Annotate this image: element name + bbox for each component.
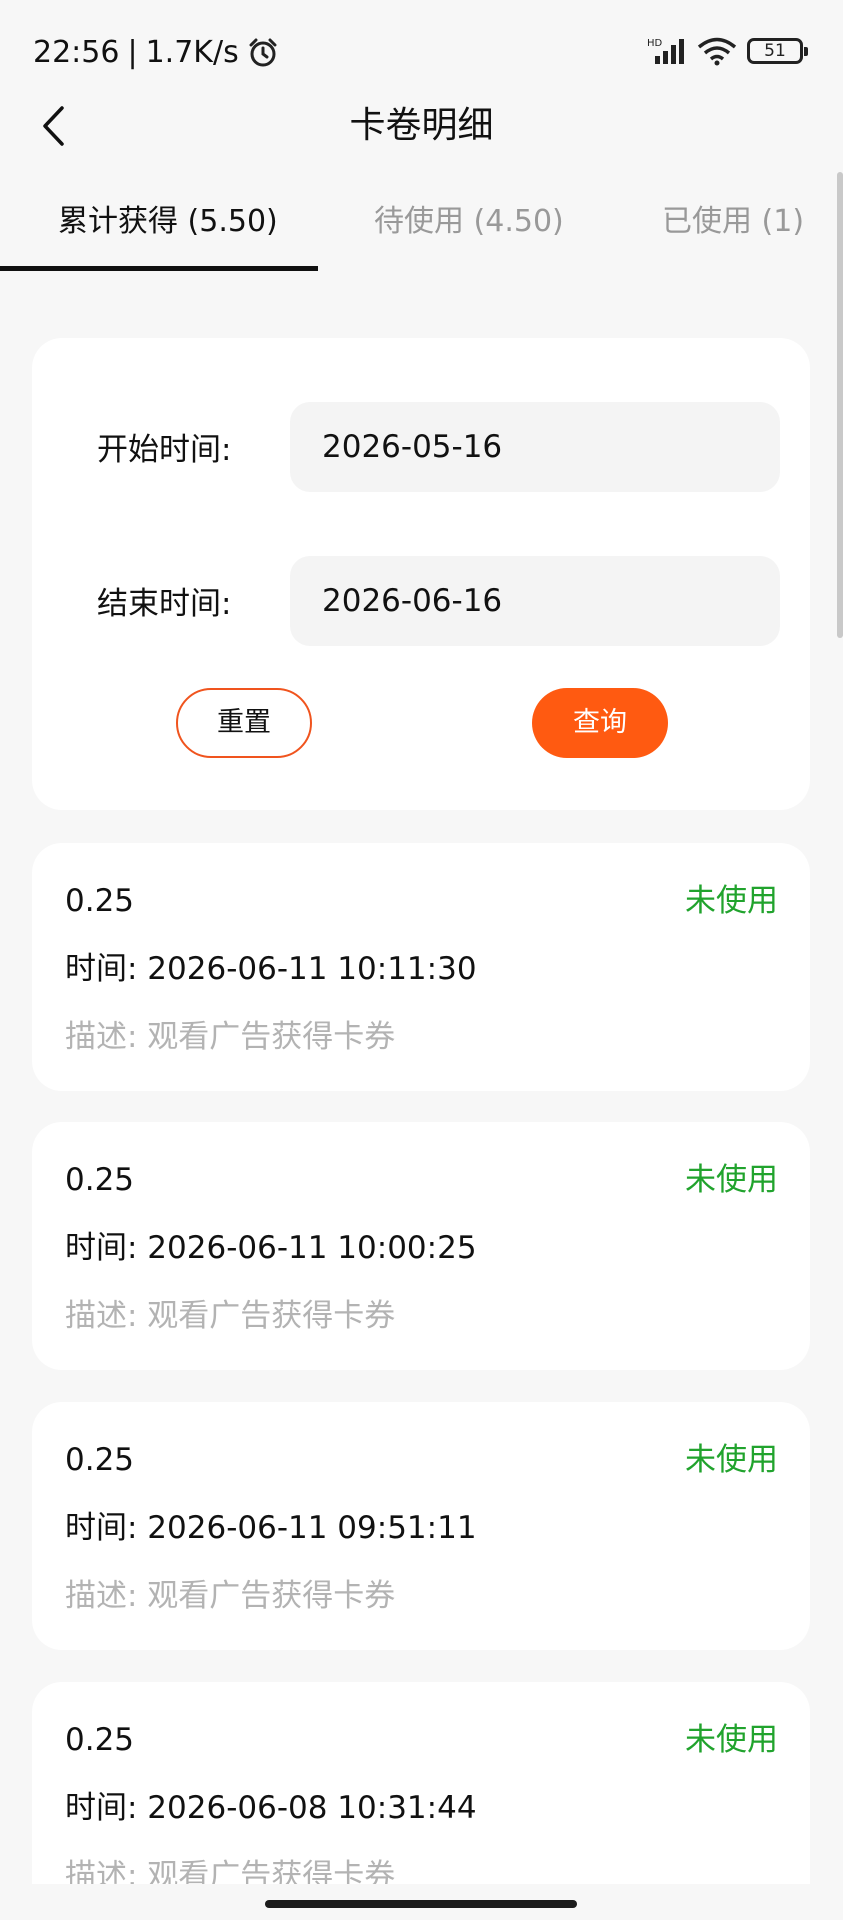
list-item[interactable]: 0.25 未使用 时间: 2026-06-11 09:51:11 描述: 观看广…	[32, 1402, 810, 1650]
battery-level: 51	[764, 41, 786, 61]
record-description: 描述: 观看广告获得卡券	[65, 1578, 396, 1614]
record-amount: 0.25	[65, 883, 135, 919]
status-left: 22:56 | 1.7K/s	[33, 33, 279, 73]
record-time: 时间: 2026-06-11 10:00:25	[65, 1230, 477, 1266]
wifi-icon	[697, 37, 737, 66]
start-time-label: 开始时间:	[97, 432, 232, 468]
record-status: 未使用	[685, 883, 778, 919]
alarm-icon	[249, 38, 277, 67]
card-voucher-detail-page: 22:56 | 1.7K/s HD 51 卡卷明细 累计获得 (5.50) 待使…	[0, 0, 843, 1920]
record-time: 时间: 2026-06-11 09:51:11	[65, 1510, 477, 1546]
end-time-field[interactable]: 2026-06-16	[290, 556, 780, 646]
record-status: 未使用	[685, 1442, 778, 1478]
signal-icon: HD	[647, 38, 684, 64]
tab-used[interactable]: 已使用 (1)	[662, 200, 804, 244]
reset-button[interactable]: 重置	[176, 688, 312, 758]
record-status: 未使用	[685, 1722, 778, 1758]
status-time: 22:56	[33, 35, 120, 70]
record-description: 描述: 观看广告获得卡券	[65, 1298, 396, 1334]
record-amount: 0.25	[65, 1442, 135, 1478]
status-bar: 22:56 | 1.7K/s HD 51	[0, 0, 843, 100]
date-filter-card: 开始时间: 2026-05-16 结束时间: 2026-06-16 重置 查询	[32, 338, 810, 810]
tab-total-earned[interactable]: 累计获得 (5.50)	[58, 200, 278, 244]
battery-icon: 51	[747, 38, 808, 64]
header: 卡卷明细	[0, 90, 843, 162]
list-item[interactable]: 0.25 未使用 时间: 2026-06-11 10:00:25 描述: 观看广…	[32, 1122, 810, 1370]
record-amount: 0.25	[65, 1162, 135, 1198]
tab-bar: 累计获得 (5.50) 待使用 (4.50) 已使用 (1)	[0, 190, 843, 272]
record-time: 时间: 2026-06-08 10:31:44	[65, 1790, 477, 1826]
end-time-label: 结束时间:	[97, 586, 232, 622]
list-item[interactable]: 0.25 未使用 时间: 2026-06-11 10:11:30 描述: 观看广…	[32, 843, 810, 1091]
record-status: 未使用	[685, 1162, 778, 1198]
page-title: 卡卷明细	[349, 105, 494, 146]
tab-active-indicator	[0, 266, 318, 271]
signal-hd-label: HD	[647, 38, 663, 49]
status-right: HD 51	[647, 36, 808, 66]
tab-pending-use[interactable]: 待使用 (4.50)	[374, 200, 564, 244]
record-description: 描述: 观看广告获得卡券	[65, 1019, 396, 1055]
status-net-speed: 1.7K/s	[145, 35, 239, 70]
record-amount: 0.25	[65, 1722, 135, 1758]
status-separator: |	[127, 35, 138, 70]
record-time: 时间: 2026-06-11 10:11:30	[65, 951, 477, 987]
start-time-field[interactable]: 2026-05-16	[290, 402, 780, 492]
query-button[interactable]: 查询	[532, 688, 668, 758]
home-indicator[interactable]	[265, 1900, 577, 1908]
scrollbar[interactable]	[837, 172, 843, 638]
